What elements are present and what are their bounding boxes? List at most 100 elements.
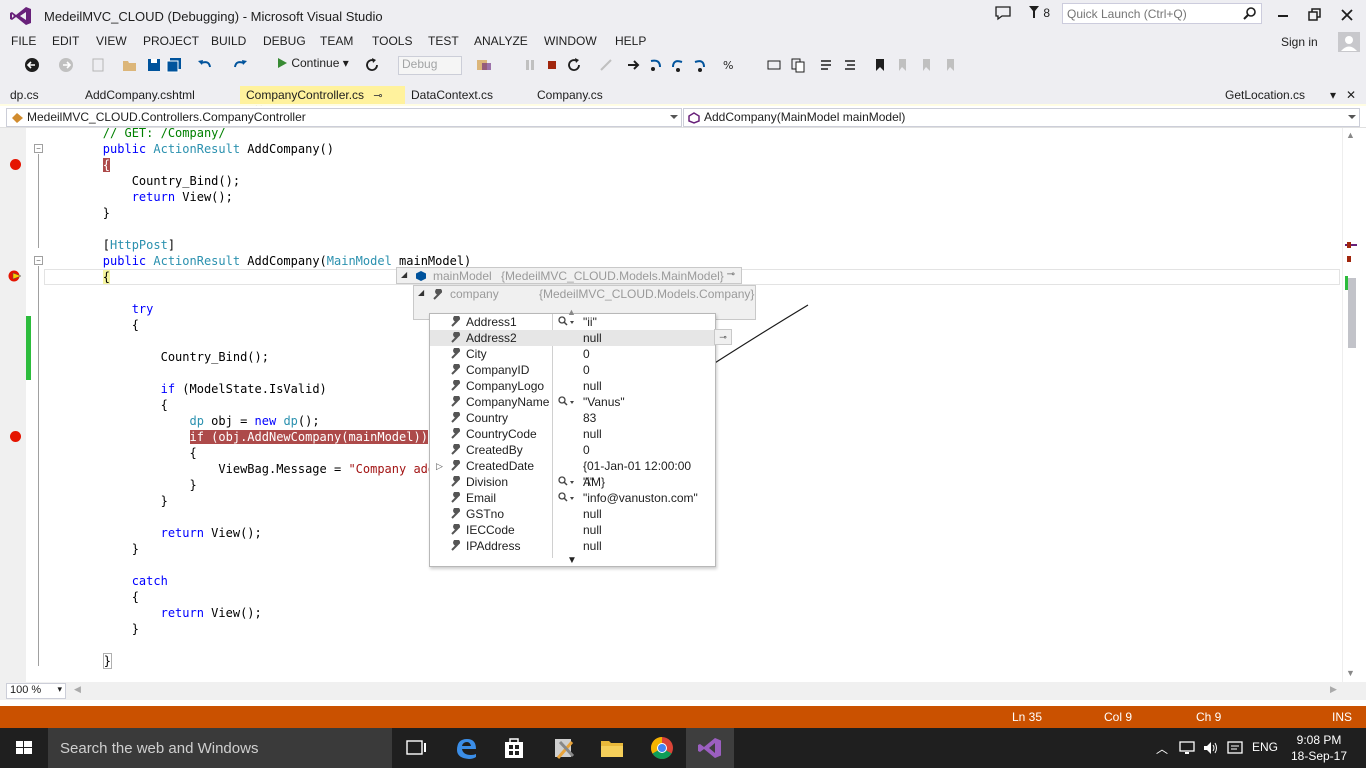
breakpoint-current-statement-icon[interactable] (8, 269, 23, 283)
save-all-icon[interactable] (166, 57, 182, 73)
expand-triangle-icon[interactable]: ▷ (436, 458, 443, 474)
scrollbar-thumb[interactable] (1348, 278, 1356, 348)
previous-bookmark-icon[interactable] (894, 57, 910, 73)
collapse-region-icon[interactable]: − (34, 144, 43, 153)
tab-addcompany-cshtml[interactable]: AddCompany.cshtml (79, 86, 199, 104)
system-clock[interactable]: 9:08 PM 18-Sep-17 (1288, 732, 1350, 764)
menu-view[interactable]: VIEW (96, 34, 127, 48)
file-explorer-icon[interactable] (588, 728, 636, 768)
continue-button[interactable]: Continue ▾ (276, 56, 349, 76)
menu-project[interactable]: PROJECT (143, 34, 199, 48)
datatip-row[interactable]: CompanyID 0 (430, 362, 715, 378)
datatip-row[interactable]: Country 83 (430, 410, 715, 426)
collapse-region-icon[interactable]: − (34, 256, 43, 265)
step-out-icon[interactable] (692, 57, 708, 73)
zoom-level-select[interactable]: 100 % ▾ (6, 683, 66, 699)
pin-icon[interactable]: ⊸ (373, 89, 382, 102)
datatip-row[interactable]: CreatedBy 0 (430, 442, 715, 458)
volume-icon[interactable] (1202, 740, 1220, 756)
datatip-mainmodel-row[interactable]: ◢ mainModel {MedeilMVC_CLOUD.Models.Main… (396, 267, 742, 284)
breakpoint-icon[interactable] (10, 431, 21, 442)
menu-file[interactable]: FILE (11, 34, 36, 48)
new-project-icon[interactable] (90, 57, 106, 73)
tab-getlocation-cs[interactable]: GetLocation.cs (1219, 86, 1309, 104)
datatip-row[interactable]: Email "info@vanuston.com" (430, 490, 715, 506)
quick-launch[interactable] (1062, 3, 1262, 24)
navigate-back-icon[interactable] (24, 57, 40, 73)
datatip-row[interactable]: IPAddress null (430, 538, 715, 554)
scroll-left-icon[interactable]: ◀ (74, 684, 81, 695)
datatip-row[interactable]: CompanyName "Vanus" (430, 394, 715, 410)
breakpoint-icon[interactable] (10, 159, 21, 170)
clear-bookmarks-icon[interactable] (942, 57, 958, 73)
tab-dp-cs[interactable]: dp.cs (4, 86, 43, 104)
format-document-icon[interactable] (790, 57, 806, 73)
pin-icon[interactable]: ⊸ (727, 269, 735, 280)
datatip-row[interactable]: CountryCode null (430, 426, 715, 442)
menu-debug[interactable]: DEBUG (263, 34, 306, 48)
undo-icon[interactable] (197, 57, 213, 73)
menu-edit[interactable]: EDIT (52, 34, 79, 48)
datatip-row[interactable]: City 0 (430, 346, 715, 362)
stop-debugging-icon[interactable] (544, 57, 560, 73)
edge-browser-icon[interactable] (442, 728, 490, 768)
hex-display-icon[interactable]: % (722, 57, 738, 73)
feedback-icon[interactable] (994, 5, 1012, 21)
browser-link-icon[interactable] (598, 57, 614, 73)
windows-start-icon[interactable] (0, 728, 48, 768)
visual-studio-taskbar-icon[interactable] (686, 728, 734, 768)
datatip-row[interactable]: ▷ CreatedDate {01-Jan-01 12:00:00 AM} (430, 458, 715, 489)
glyph-margin[interactable] (0, 128, 26, 682)
restart-debugging-icon[interactable] (566, 57, 582, 73)
minimize-button[interactable] (1270, 4, 1296, 26)
text-visualizer-icon[interactable] (558, 492, 574, 504)
break-all-icon[interactable] (522, 57, 538, 73)
text-visualizer-icon[interactable] (558, 476, 574, 488)
text-visualizer-icon[interactable] (558, 396, 574, 408)
quick-launch-input[interactable] (1063, 4, 1233, 23)
menu-test[interactable]: TEST (428, 34, 459, 48)
action-center-icon[interactable] (1226, 740, 1244, 756)
menu-team[interactable]: TEAM (320, 34, 353, 48)
datatip-row[interactable]: CompanyLogo null (430, 378, 715, 394)
show-hidden-icons-icon[interactable]: ︿ (1156, 740, 1168, 757)
menu-build[interactable]: BUILD (211, 34, 246, 48)
user-avatar-icon[interactable] (1338, 32, 1360, 52)
restore-button[interactable] (1302, 4, 1328, 26)
collapse-triangle-icon[interactable]: ◢ (418, 288, 424, 297)
notifications-button[interactable]: 8 (1028, 5, 1050, 20)
find-icon[interactable] (476, 57, 492, 73)
datatip-row[interactable]: GSTno null (430, 506, 715, 522)
scroll-right-icon[interactable]: ▶ (1330, 684, 1337, 695)
menu-window[interactable]: WINDOW (544, 34, 597, 48)
show-next-statement-icon[interactable] (626, 57, 642, 73)
step-into-icon[interactable] (648, 57, 664, 73)
chrome-browser-icon[interactable] (638, 728, 686, 768)
close-button[interactable] (1334, 4, 1360, 26)
restart-icon[interactable] (364, 57, 380, 73)
collapse-triangle-icon[interactable]: ◢ (401, 270, 407, 279)
solution-configuration-select[interactable]: Debug (398, 56, 462, 75)
bookmark-icon[interactable] (872, 57, 888, 73)
tab-dropdown-icon[interactable]: ▾ (1324, 86, 1340, 104)
tools-app-icon[interactable] (540, 728, 588, 768)
next-bookmark-icon[interactable] (918, 57, 934, 73)
taskbar-search-box[interactable]: Search the web and Windows (48, 728, 392, 768)
menu-analyze[interactable]: ANALYZE (474, 34, 528, 48)
network-icon[interactable] (1178, 740, 1196, 756)
open-file-icon[interactable] (122, 57, 138, 73)
datatip-row[interactable]: Address2 null (430, 330, 715, 346)
scroll-up-icon[interactable]: ▲ (1346, 130, 1355, 140)
save-icon[interactable] (146, 57, 162, 73)
menu-help[interactable]: HELP (615, 34, 646, 48)
member-dropdown[interactable]: AddCompany(MainModel mainModel) (683, 108, 1360, 127)
tab-companycontroller-cs[interactable]: CompanyController.cs ⊸ ✕ (240, 86, 405, 116)
menu-tools[interactable]: TOOLS (372, 34, 412, 48)
tab-company-cs[interactable]: Company.cs (531, 86, 607, 104)
sign-in-link[interactable]: Sign in (1281, 35, 1318, 49)
uncomment-icon[interactable] (842, 57, 858, 73)
task-view-icon[interactable] (392, 728, 440, 768)
datatip-row[interactable]: Division "i" (430, 474, 715, 490)
search-icon[interactable] (1243, 6, 1257, 20)
comment-icon[interactable] (818, 57, 834, 73)
